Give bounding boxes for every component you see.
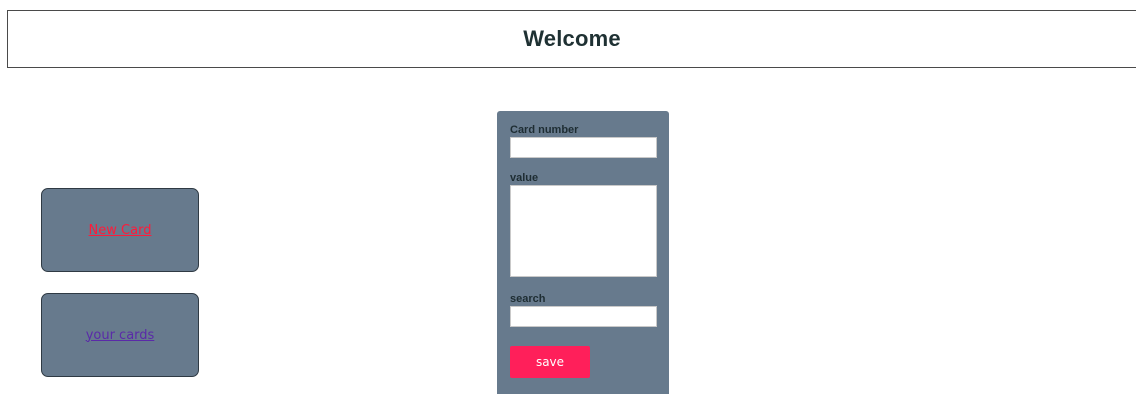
your-cards-link[interactable]: your cards: [86, 328, 155, 343]
value-label: value: [510, 172, 539, 184]
page-header: Welcome: [7, 10, 1136, 68]
card-number-input[interactable]: [510, 137, 657, 158]
your-cards-tile[interactable]: your cards: [41, 293, 199, 377]
save-button[interactable]: save: [510, 346, 590, 378]
card-form: Card number value search save: [497, 111, 669, 394]
page-title: Welcome: [523, 26, 621, 51]
new-card-link[interactable]: New Card: [89, 223, 152, 238]
search-input[interactable]: [510, 306, 657, 327]
new-card-tile[interactable]: New Card: [41, 188, 199, 272]
card-number-label: Card number: [510, 124, 579, 136]
search-label: search: [510, 293, 546, 305]
value-textarea[interactable]: [510, 185, 657, 277]
